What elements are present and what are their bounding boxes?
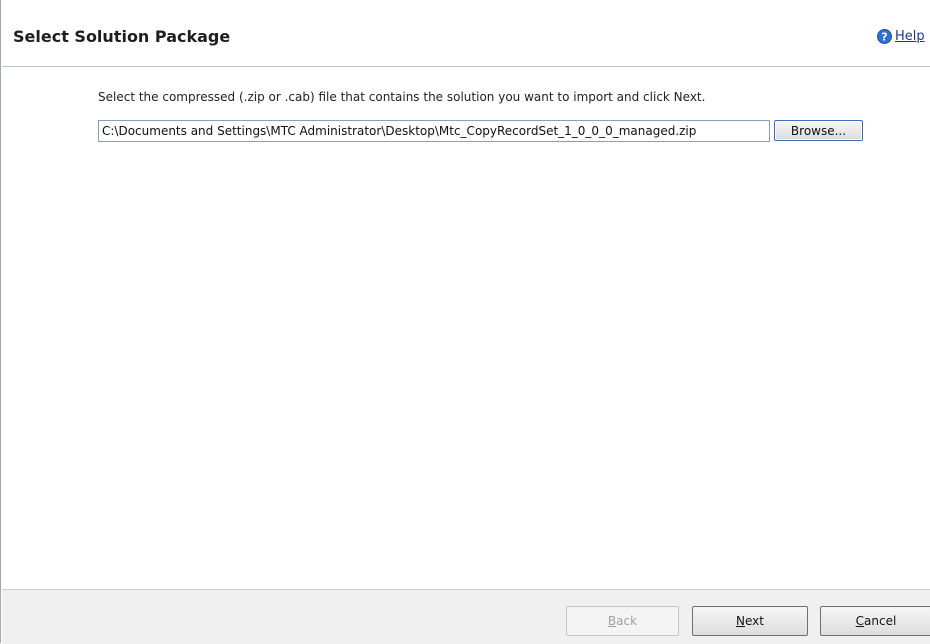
file-path-input[interactable]: [98, 120, 770, 142]
next-label-rest: ext: [745, 614, 764, 628]
help-icon: ?: [877, 28, 892, 44]
import-solution-dialog: Select Solution Package ? Help Select th…: [0, 0, 930, 644]
dialog-content: Select the compressed (.zip or .cab) fil…: [2, 67, 930, 589]
cancel-button[interactable]: Cancel: [820, 606, 930, 636]
browse-button[interactable]: Browse...: [774, 120, 863, 141]
instruction-text: Select the compressed (.zip or .cab) fil…: [98, 90, 706, 104]
dialog-footer: Back Next Cancel: [2, 589, 930, 644]
svg-text:?: ?: [881, 30, 887, 43]
next-accel: N: [736, 614, 745, 628]
back-button[interactable]: Back: [566, 606, 679, 636]
cancel-label-rest: ancel: [864, 614, 897, 628]
dialog-header: Select Solution Package ? Help: [2, 0, 930, 67]
back-label-rest: ack: [616, 614, 638, 628]
back-accel: B: [607, 614, 617, 628]
help-label: Help: [895, 28, 925, 44]
next-button[interactable]: Next: [692, 606, 808, 636]
cancel-accel: C: [855, 614, 865, 628]
help-link[interactable]: ? Help: [877, 28, 925, 44]
page-title: Select Solution Package: [13, 27, 231, 46]
